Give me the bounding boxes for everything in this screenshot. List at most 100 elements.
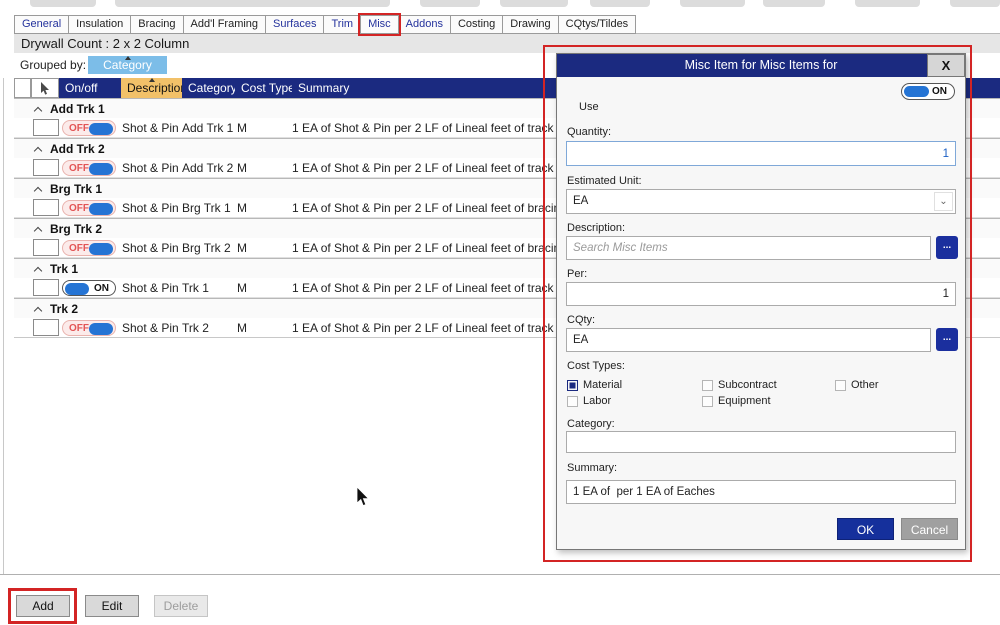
row-cost-types: M bbox=[237, 241, 247, 255]
cost-types-label: Cost Types: bbox=[567, 360, 625, 372]
delete-button[interactable]: Delete bbox=[154, 595, 208, 617]
toggle-label: ON bbox=[94, 283, 109, 294]
edit-button[interactable]: Edit bbox=[85, 595, 139, 617]
checkbox-icon[interactable] bbox=[567, 380, 578, 391]
row-category: Brg Trk 2 bbox=[182, 241, 231, 255]
toolbar-remnant bbox=[590, 0, 650, 7]
checkbox-equipment[interactable]: Equipment bbox=[702, 394, 771, 408]
cqty-label: CQty: bbox=[567, 314, 595, 326]
checkbox-icon[interactable] bbox=[567, 396, 578, 407]
checkbox-material[interactable]: Material bbox=[567, 378, 622, 392]
add-button[interactable]: Add bbox=[16, 595, 70, 617]
category-input[interactable] bbox=[566, 431, 956, 453]
column-header-label: Description bbox=[127, 81, 187, 95]
tab-surfaces[interactable]: Surfaces bbox=[265, 15, 324, 34]
cqty-input[interactable] bbox=[566, 328, 931, 352]
chevron-down-icon[interactable]: ⌄ bbox=[934, 192, 953, 211]
tab-addons[interactable]: Addons bbox=[398, 15, 451, 34]
onoff-toggle[interactable]: OFF bbox=[62, 240, 116, 256]
toolbar-remnant bbox=[115, 0, 390, 7]
row-select-checkbox[interactable] bbox=[33, 319, 59, 336]
row-category: Trk 1 bbox=[182, 281, 209, 295]
per-input[interactable] bbox=[566, 282, 956, 306]
column-header-description[interactable]: Description bbox=[121, 78, 182, 98]
tab-addl-framing[interactable]: Add'l Framing bbox=[183, 15, 267, 34]
quantity-input[interactable] bbox=[566, 141, 956, 166]
header-selector-cell bbox=[31, 78, 59, 98]
onoff-toggle[interactable]: ON bbox=[62, 280, 116, 296]
use-toggle[interactable]: ON bbox=[901, 83, 955, 100]
estimated-unit-select[interactable]: EA ⌄ bbox=[566, 189, 956, 214]
onoff-toggle[interactable]: OFF bbox=[62, 160, 116, 176]
sort-caret-icon bbox=[149, 78, 155, 82]
header-gutter-cell bbox=[14, 78, 31, 98]
checkbox-subcontract[interactable]: Subcontract bbox=[702, 378, 777, 392]
category-label: Category: bbox=[567, 418, 615, 430]
group-by-chip-label: Category bbox=[103, 58, 152, 72]
misc-item-dialog: Misc Item for Misc Items for X ON Use Qu… bbox=[556, 53, 966, 550]
toggle-knob-icon bbox=[89, 243, 113, 255]
tab-insulation[interactable]: Insulation bbox=[68, 15, 131, 34]
row-select-checkbox[interactable] bbox=[33, 119, 59, 136]
toggle-knob-icon bbox=[89, 323, 113, 335]
cancel-button[interactable]: Cancel bbox=[901, 518, 958, 540]
row-cost-types: M bbox=[237, 201, 247, 215]
cqty-browse-button[interactable]: ... bbox=[936, 328, 958, 351]
collapse-chevron-icon[interactable] bbox=[34, 147, 42, 155]
row-description: Shot & Pin bbox=[122, 321, 179, 335]
checkbox-label: Labor bbox=[583, 395, 611, 407]
row-cost-types: M bbox=[237, 321, 247, 335]
content-divider bbox=[0, 574, 1000, 575]
close-button[interactable]: X bbox=[927, 54, 965, 77]
toggle-knob-icon bbox=[904, 86, 929, 97]
collapse-chevron-icon[interactable] bbox=[34, 267, 42, 275]
checkbox-icon[interactable] bbox=[702, 396, 713, 407]
collapse-chevron-icon[interactable] bbox=[34, 187, 42, 195]
description-search-input[interactable] bbox=[566, 236, 931, 260]
row-select-checkbox[interactable] bbox=[33, 199, 59, 216]
collapse-chevron-icon[interactable] bbox=[34, 307, 42, 315]
row-select-checkbox[interactable] bbox=[33, 159, 59, 176]
row-category: Add Trk 1 bbox=[182, 121, 233, 135]
group-by-chip[interactable]: Category bbox=[88, 56, 167, 74]
onoff-toggle[interactable]: OFF bbox=[62, 120, 116, 136]
group-name: Add Trk 1 bbox=[50, 102, 105, 116]
mouse-cursor-icon bbox=[356, 487, 371, 508]
tab-misc[interactable]: Misc bbox=[360, 15, 399, 34]
description-browse-button[interactable]: ... bbox=[936, 236, 958, 259]
column-header-category[interactable]: Category bbox=[182, 78, 235, 98]
toolbar-remnant bbox=[855, 0, 920, 7]
pointer-icon bbox=[40, 82, 51, 96]
tab-drawing[interactable]: Drawing bbox=[502, 15, 558, 34]
tab-costing[interactable]: Costing bbox=[450, 15, 503, 34]
sort-caret-icon bbox=[125, 56, 131, 60]
row-select-checkbox[interactable] bbox=[33, 239, 59, 256]
checkbox-icon[interactable] bbox=[702, 380, 713, 391]
group-name: Trk 1 bbox=[50, 262, 78, 276]
toggle-label: ON bbox=[932, 86, 947, 97]
tab-cqtys-tildes[interactable]: CQtys/Tildes bbox=[558, 15, 637, 34]
checkbox-icon[interactable] bbox=[835, 380, 846, 391]
collapse-chevron-icon[interactable] bbox=[34, 227, 42, 235]
tab-trim[interactable]: Trim bbox=[323, 15, 361, 34]
column-header-cost-types[interactable]: Cost Types bbox=[235, 78, 292, 98]
ok-button[interactable]: OK bbox=[837, 518, 894, 540]
quantity-label: Quantity: bbox=[567, 126, 611, 138]
tab-bracing[interactable]: Bracing bbox=[130, 15, 183, 34]
toggle-label: OFF bbox=[69, 203, 89, 214]
row-summary: 1 EA of Shot & Pin per 2 LF of Lineal fe… bbox=[292, 201, 577, 215]
checkbox-label: Subcontract bbox=[718, 379, 777, 391]
row-select-checkbox[interactable] bbox=[33, 279, 59, 296]
summary-input[interactable] bbox=[566, 480, 956, 504]
toggle-knob-icon bbox=[89, 123, 113, 135]
dialog-titlebar[interactable]: Misc Item for Misc Items for X bbox=[557, 54, 965, 77]
onoff-toggle[interactable]: OFF bbox=[62, 320, 116, 336]
toggle-knob-icon bbox=[89, 203, 113, 215]
checkbox-other[interactable]: Other bbox=[835, 378, 879, 392]
collapse-chevron-icon[interactable] bbox=[34, 107, 42, 115]
onoff-toggle[interactable]: OFF bbox=[62, 200, 116, 216]
checkbox-labor[interactable]: Labor bbox=[567, 394, 611, 408]
toggle-label: OFF bbox=[69, 163, 89, 174]
tab-general[interactable]: General bbox=[14, 15, 69, 34]
column-header-onoff[interactable]: On/off bbox=[59, 78, 121, 98]
